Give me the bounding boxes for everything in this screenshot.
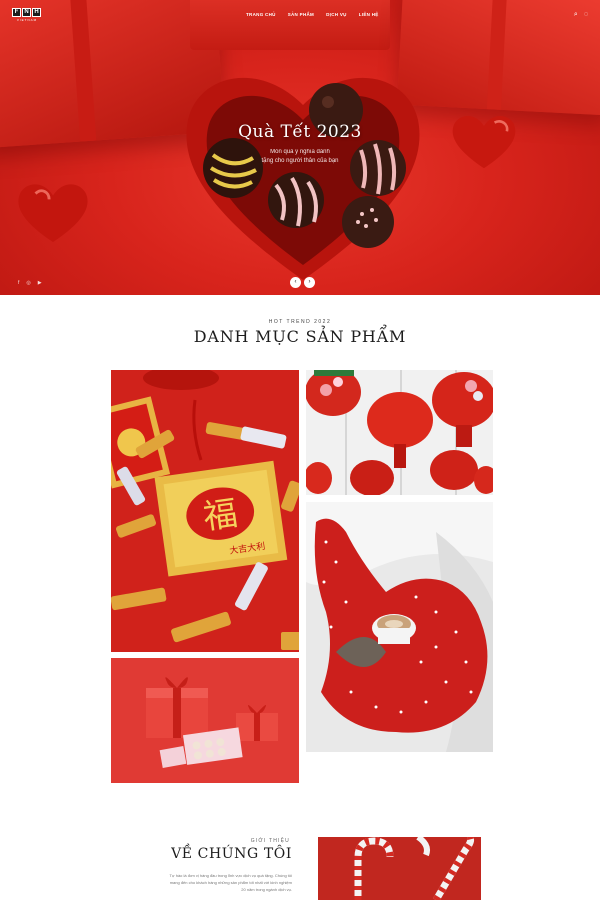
facebook-icon[interactable]: f (18, 280, 19, 286)
fu-character: 福 (201, 493, 240, 537)
heart-chocolate-box-image (178, 60, 428, 285)
foil-heart-chocolate-image (14, 180, 92, 244)
menu-item-services[interactable]: DỊCH VỤ (326, 12, 347, 17)
social-links: f ◎ ▶ (18, 280, 42, 286)
hero-title: Quà Tết 2023 (238, 122, 362, 142)
hero-subtitle: Món quà ý nghĩa dành tặng cho người thân… (0, 148, 600, 166)
section-title: DANH MỤC SẢN PHẨM (193, 327, 407, 346)
top-navigation: F N H VIETNAM TRANG CHỦ SẢN PHẨM DỊCH VỤ… (0, 0, 600, 30)
about-image-candy-canes (318, 837, 481, 900)
about-line: mang đến cho khách hàng những sản phẩm t… (169, 880, 292, 885)
youtube-icon[interactable]: ▶ (38, 280, 42, 286)
menu-item-products[interactable]: SẢN PHẨM (288, 12, 314, 17)
about-line: Tự hào là đơn vị hàng đầu trong lĩnh vực… (169, 873, 293, 878)
logo-letter: F (12, 8, 21, 17)
hero-subtitle-line: Món quà ý nghĩa dành (270, 149, 330, 155)
search-icon[interactable]: ⌕ (574, 11, 578, 18)
logo-letter: H (32, 8, 41, 17)
nav-actions: ⌕ ◌ (574, 11, 588, 18)
category-tile-gift-boxes[interactable] (111, 658, 299, 783)
main-menu: TRANG CHỦ SẢN PHẨM DỊCH VỤ LIÊN HỆ (246, 12, 379, 17)
slider-controls: ‹ › (290, 277, 315, 288)
menu-item-home[interactable]: TRANG CHỦ (246, 12, 276, 17)
category-tile-sweater-coffee[interactable] (306, 502, 493, 752)
about-title: VỀ CHÚNG TÔI (171, 846, 292, 862)
instagram-icon[interactable]: ◎ (26, 280, 30, 286)
section-eyebrow: HOT TREND 2022 (268, 319, 332, 325)
category-tile-lanterns[interactable] (306, 370, 493, 495)
brand-logo[interactable]: F N H VIETNAM (12, 8, 42, 22)
about-description: Tự hào là đơn vị hàng đầu trong lĩnh vực… (124, 872, 293, 893)
logo-tagline: VIETNAM (16, 18, 38, 22)
hero-banner: Quà Tết 2023 Món quà ý nghĩa dành tặng c… (0, 0, 600, 295)
hero-caption: Quà Tết 2023 Món quà ý nghĩa dành tặng c… (0, 122, 600, 166)
category-tile-red-envelopes[interactable]: 福 大吉大利 (111, 370, 299, 652)
about-eyebrow: GIỚI THIỆU (250, 838, 290, 844)
menu-item-contact[interactable]: LIÊN HỆ (359, 12, 379, 17)
about-line: 20 năm trong ngành dịch vụ. (241, 887, 292, 892)
slider-prev-button[interactable]: ‹ (290, 277, 301, 288)
cart-icon[interactable]: ◌ (584, 11, 588, 18)
logo-letter: N (22, 8, 31, 17)
slider-next-button[interactable]: › (304, 277, 315, 288)
hero-subtitle-line: tặng cho người thân của bạn (261, 158, 339, 164)
